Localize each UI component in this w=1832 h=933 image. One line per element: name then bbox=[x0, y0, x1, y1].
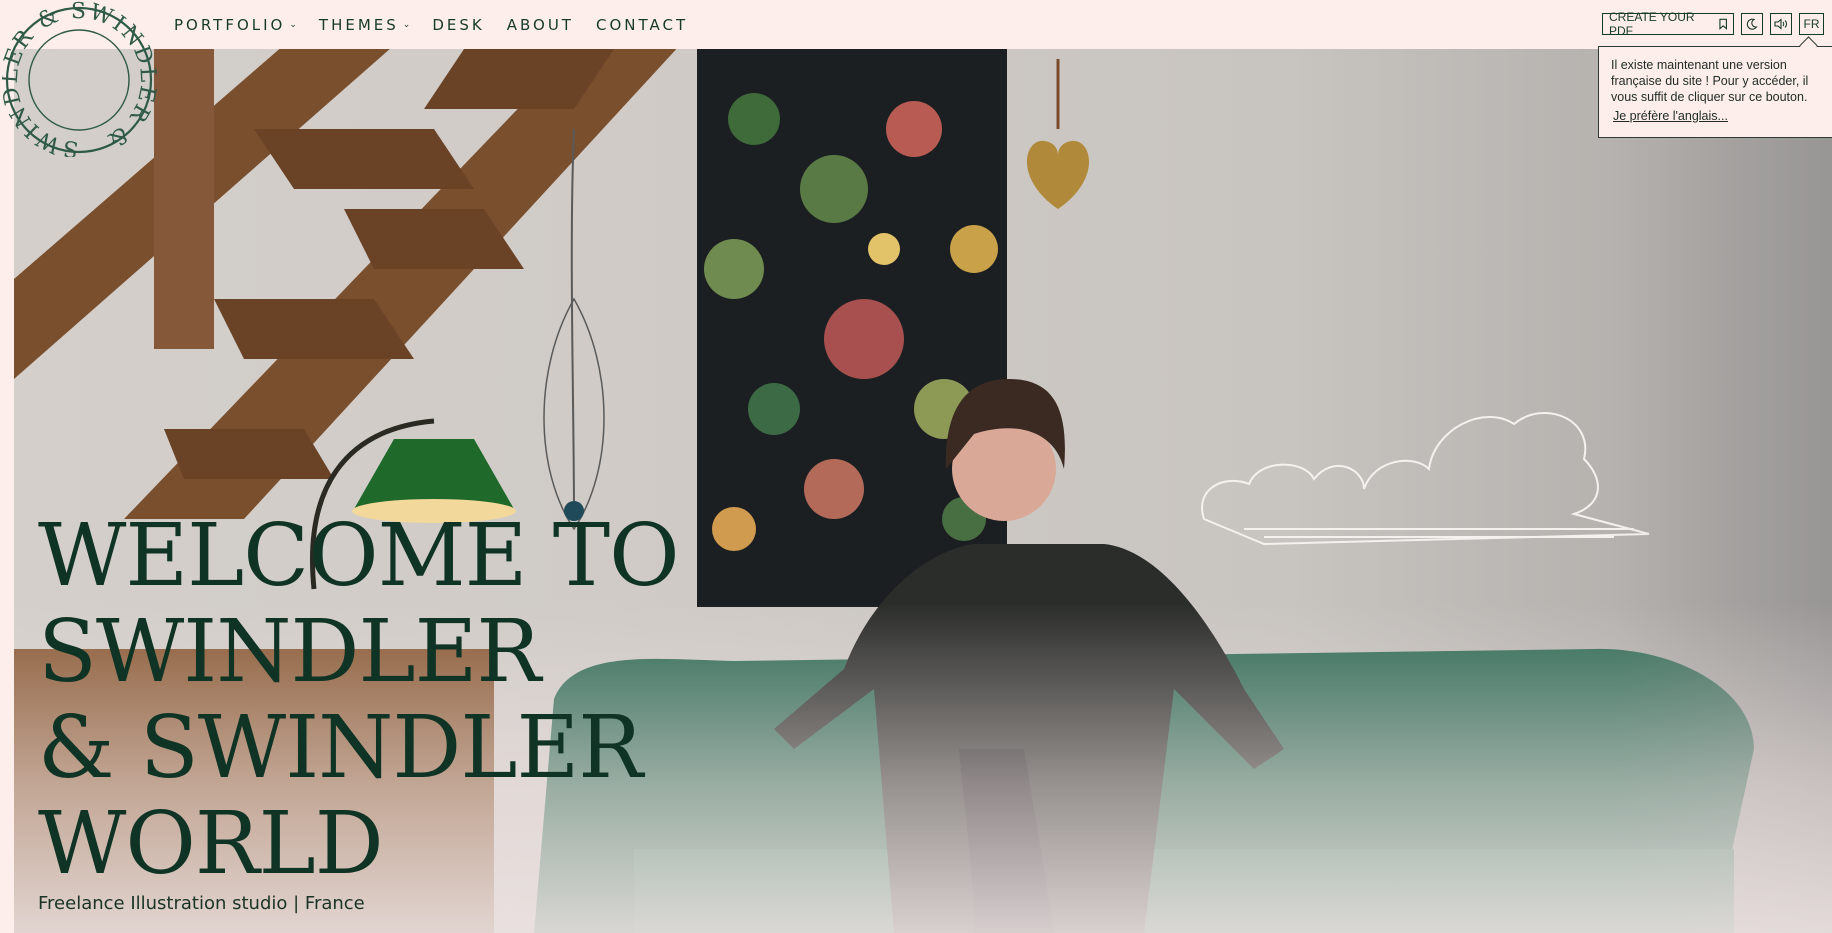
language-tooltip: Il existe maintenant une version françai… bbox=[1598, 46, 1832, 138]
swindler-logo[interactable]: SWINDLER & SWINDLER & bbox=[2, 0, 157, 157]
chevron-down-icon: ⌄ bbox=[402, 19, 411, 30]
nav-item-label: DESK bbox=[432, 15, 485, 34]
hero-tagline: Freelance Illustration studio | France bbox=[38, 893, 365, 914]
nav-item-contact[interactable]: CONTACT bbox=[596, 16, 688, 34]
top-header: PORTFOLIO ⌄ THEMES ⌄ DESK ABOUT CONTACT … bbox=[0, 0, 1832, 49]
bookmark-icon bbox=[1719, 18, 1727, 30]
chevron-down-icon: ⌄ bbox=[289, 19, 297, 30]
nav-item-label: ABOUT bbox=[506, 15, 574, 34]
cloud-drawing bbox=[1201, 412, 1650, 546]
main-nav: PORTFOLIO ⌄ THEMES ⌄ DESK ABOUT CONTACT bbox=[174, 0, 710, 49]
dark-mode-toggle[interactable] bbox=[1741, 13, 1763, 35]
peacock-feather bbox=[543, 128, 605, 531]
floral-tapestry bbox=[697, 49, 1007, 607]
headline-line-3: & SWINDLER bbox=[38, 698, 643, 798]
nav-item-label: CONTACT bbox=[595, 15, 689, 34]
nav-item-themes[interactable]: THEMES ⌄ bbox=[319, 16, 410, 34]
tooltip-message: Il existe maintenant une version françai… bbox=[1611, 58, 1809, 104]
headline-line-1: WELCOME TO bbox=[38, 506, 680, 606]
svg-text:SWINDLER & SWINDLER &: SWINDLER & SWINDLER & bbox=[2, 0, 157, 157]
nav-item-portfolio[interactable]: PORTFOLIO ⌄ bbox=[174, 16, 297, 34]
heart-ornament bbox=[1026, 59, 1090, 209]
sound-toggle[interactable] bbox=[1770, 13, 1792, 35]
hero-headline: WELCOME TO SWINDLER & SWINDLER WORLD bbox=[38, 506, 680, 894]
nav-item-desk[interactable]: DESK bbox=[432, 16, 484, 34]
header-tools: CREATE YOUR PDF FR bbox=[1602, 10, 1824, 38]
speaker-icon bbox=[1774, 18, 1787, 30]
moon-icon bbox=[1746, 18, 1758, 30]
language-toggle-button[interactable]: FR bbox=[1799, 13, 1824, 35]
nav-item-label: PORTFOLIO bbox=[174, 15, 286, 34]
nav-item-label: THEMES bbox=[318, 15, 399, 34]
headline-line-2: SWINDLER bbox=[38, 602, 541, 702]
create-pdf-label: CREATE YOUR PDF bbox=[1609, 10, 1695, 38]
prefer-english-link[interactable]: Je préfère l'anglais... bbox=[1613, 108, 1728, 124]
nav-item-about[interactable]: ABOUT bbox=[507, 16, 574, 34]
create-pdf-button[interactable]: CREATE YOUR PDF bbox=[1602, 10, 1734, 38]
headline-line-4: WORLD bbox=[38, 794, 384, 894]
